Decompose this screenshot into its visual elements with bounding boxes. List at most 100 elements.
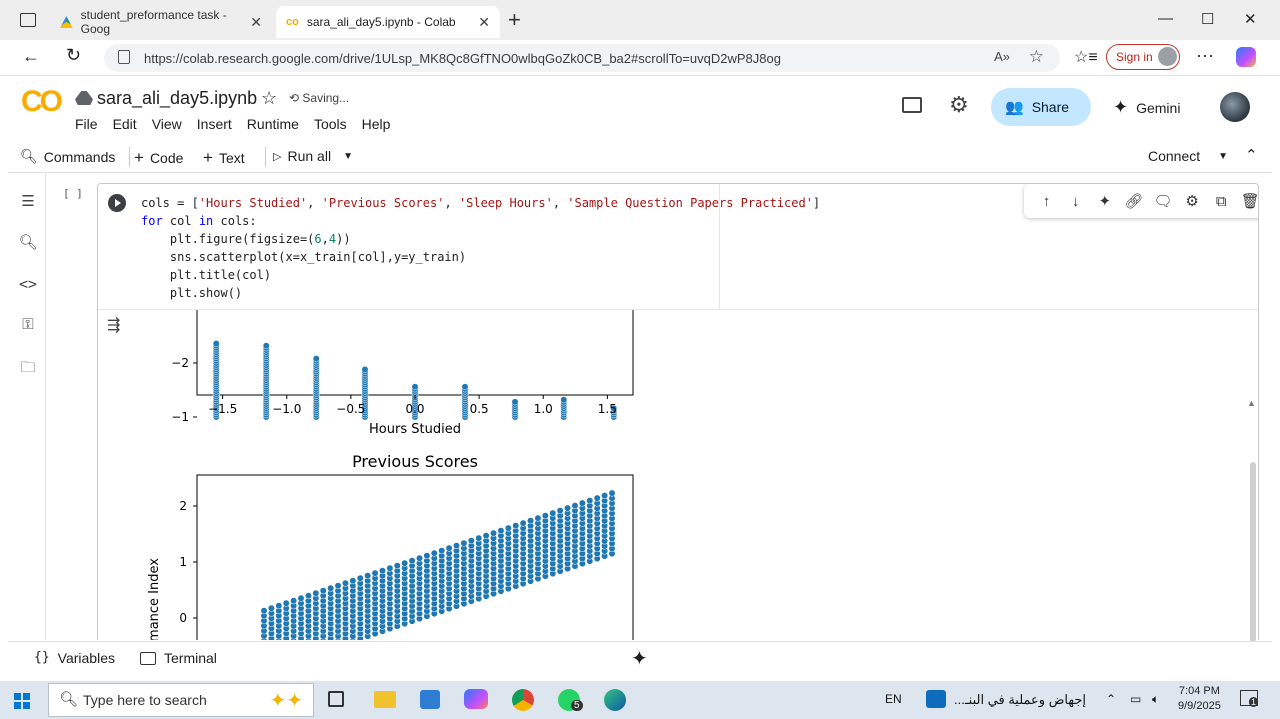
move-down-icon[interactable]: ↓ — [1061, 193, 1090, 210]
connect-button[interactable]: Connect ▼ — [1148, 148, 1228, 164]
divider — [265, 147, 266, 167]
terminal-button[interactable]: Terminal — [140, 650, 217, 666]
data-point — [541, 512, 549, 520]
cell-settings-gear-icon[interactable]: ⚙ — [1178, 192, 1207, 210]
close-tab-icon[interactable]: ✕ — [250, 14, 262, 31]
add-code-button[interactable]: + Code — [134, 148, 183, 168]
y-tick-label: 0 — [179, 611, 187, 625]
collapse-icon[interactable]: ⌃ — [1245, 146, 1258, 164]
whatsapp-icon[interactable]: 5 — [558, 689, 583, 711]
browser-tab-drive[interactable]: student_preformance task - Goog ✕ — [50, 6, 272, 38]
taskbar-search[interactable]: 🔍︎ Type here to search ✦✦ — [48, 683, 314, 717]
x-tick-label: −0.5 — [336, 402, 365, 416]
close-window-button[interactable]: ✕ — [1244, 10, 1257, 28]
menu-tools[interactable]: Tools — [314, 116, 347, 132]
account-avatar[interactable] — [1220, 92, 1250, 122]
clock-time: 7:04 PM — [1178, 685, 1220, 697]
code-snippets-icon[interactable]: <> — [18, 275, 38, 295]
more-icon[interactable]: ··· — [1196, 45, 1214, 66]
copilot-icon[interactable] — [1236, 47, 1256, 67]
menu-runtime[interactable]: Runtime — [247, 116, 299, 132]
add-text-button[interactable]: + Text — [203, 148, 245, 168]
tray-chevron-icon[interactable]: ⌃ — [1106, 692, 1116, 706]
mirror-cell-icon[interactable]: ⧉ — [1207, 193, 1236, 210]
scroll-up-arrow[interactable]: ▲ — [1247, 398, 1256, 408]
clock[interactable]: 7:04 PM 9/9/2025 — [1178, 684, 1221, 714]
chevron-down-icon[interactable]: ▼ — [343, 151, 353, 162]
data-point — [556, 507, 564, 515]
files-folder-icon[interactable]: 🗀 — [18, 357, 38, 377]
notification-center-icon[interactable]: 1 — [1240, 690, 1259, 707]
notebook-scrollbar[interactable]: ▲ — [1247, 174, 1258, 642]
task-view-icon[interactable] — [328, 691, 344, 707]
link-icon[interactable]: 🔗︎ — [1119, 192, 1148, 210]
colab-logo[interactable]: CO — [21, 85, 63, 119]
url-field[interactable]: https://colab.research.google.com/drive/… — [104, 44, 1060, 72]
comments-icon[interactable] — [902, 97, 922, 113]
y-tick-label: 2 — [179, 499, 187, 513]
reload-icon[interactable]: ↻ — [66, 45, 81, 66]
outlook-icon[interactable] — [926, 690, 946, 708]
file-explorer-icon[interactable] — [374, 691, 396, 708]
back-icon[interactable]: ← — [22, 46, 40, 67]
variables-button[interactable]: {} Variables — [34, 650, 115, 666]
store-icon[interactable] — [420, 690, 440, 709]
menu-insert[interactable]: Insert — [197, 116, 232, 132]
read-aloud-icon[interactable]: A» — [994, 49, 1010, 64]
star-icon[interactable]: ☆ — [261, 88, 277, 109]
language-indicator[interactable]: EN — [885, 692, 902, 706]
notebook-title[interactable]: sara_ali_day5.ipynb — [97, 88, 257, 109]
gemini-button[interactable]: ✦ Gemini — [1113, 97, 1180, 118]
move-up-icon[interactable]: ↑ — [1032, 193, 1061, 210]
data-point — [282, 599, 290, 607]
menu-help[interactable]: Help — [362, 116, 391, 132]
new-tab-button[interactable]: + — [508, 7, 521, 33]
gemini-sparkle-icon[interactable]: ✦ — [1090, 192, 1119, 210]
comment-icon[interactable]: 🗨︎ — [1148, 192, 1177, 210]
x-tick-label: 0.0 — [405, 402, 424, 416]
menu-view[interactable]: View — [152, 116, 182, 132]
commands-button[interactable]: 🔍︎ Commands — [20, 148, 115, 165]
run-cell-button[interactable] — [108, 194, 126, 212]
menu-edit[interactable]: Edit — [113, 116, 137, 132]
data-point — [564, 504, 572, 512]
volume-icon[interactable]: 🔈︎ — [1152, 692, 1159, 707]
clock-date: 9/9/2025 — [1178, 700, 1221, 712]
windows-start-icon[interactable] — [14, 693, 30, 709]
edge-icon[interactable] — [604, 689, 626, 711]
chrome-icon[interactable] — [512, 689, 534, 711]
run-all-button[interactable]: ▷ Run all ▼ — [273, 148, 353, 164]
share-button[interactable]: 👥 Share — [991, 88, 1091, 126]
secrets-key-icon[interactable]: ⚿ — [18, 316, 38, 336]
data-point — [260, 607, 268, 615]
previous-scores-plot: Previous Scores 2 1 0 mance Index — [147, 452, 634, 640]
table-of-contents-icon[interactable]: ☰ — [18, 192, 38, 212]
scroll-thumb[interactable] — [1250, 462, 1256, 642]
data-point — [504, 524, 512, 532]
sync-icon: ⟲ — [289, 91, 303, 105]
maximize-button[interactable]: ☐ — [1201, 10, 1214, 28]
google-drive-icon — [60, 16, 73, 28]
menu-file[interactable]: File — [75, 116, 98, 132]
saving-status: ⟲ Saving... — [289, 91, 349, 105]
find-icon[interactable]: 🔍︎ — [18, 233, 38, 253]
data-point — [578, 499, 586, 507]
battery-icon[interactable]: ▭ — [1130, 692, 1141, 706]
tab-actions-icon[interactable] — [20, 13, 36, 27]
execution-count: [ ] — [63, 187, 83, 200]
data-point — [475, 534, 483, 542]
sign-in-button[interactable]: Sign in — [1106, 44, 1180, 70]
minimize-button[interactable]: — — [1158, 10, 1173, 27]
favorite-star-icon[interactable]: ☆ — [1029, 47, 1044, 67]
gemini-sparkle-icon[interactable]: ✦ — [631, 646, 648, 671]
browser-tab-colab[interactable]: co sara_ali_day5.ipynb - Colab ✕ — [276, 6, 500, 38]
share-label: Share — [1031, 99, 1070, 115]
close-tab-icon[interactable]: ✕ — [478, 14, 490, 31]
site-info-icon[interactable] — [118, 50, 130, 64]
chevron-down-icon[interactable]: ▼ — [1218, 151, 1228, 162]
favorites-icon[interactable]: ☆≡ — [1074, 47, 1098, 67]
data-point — [608, 489, 616, 497]
m365-icon[interactable] — [464, 689, 488, 709]
notification-preview[interactable]: إجهاض وعملية في البنـ... — [954, 692, 1086, 708]
settings-gear-icon[interactable]: ⚙ — [949, 92, 969, 118]
